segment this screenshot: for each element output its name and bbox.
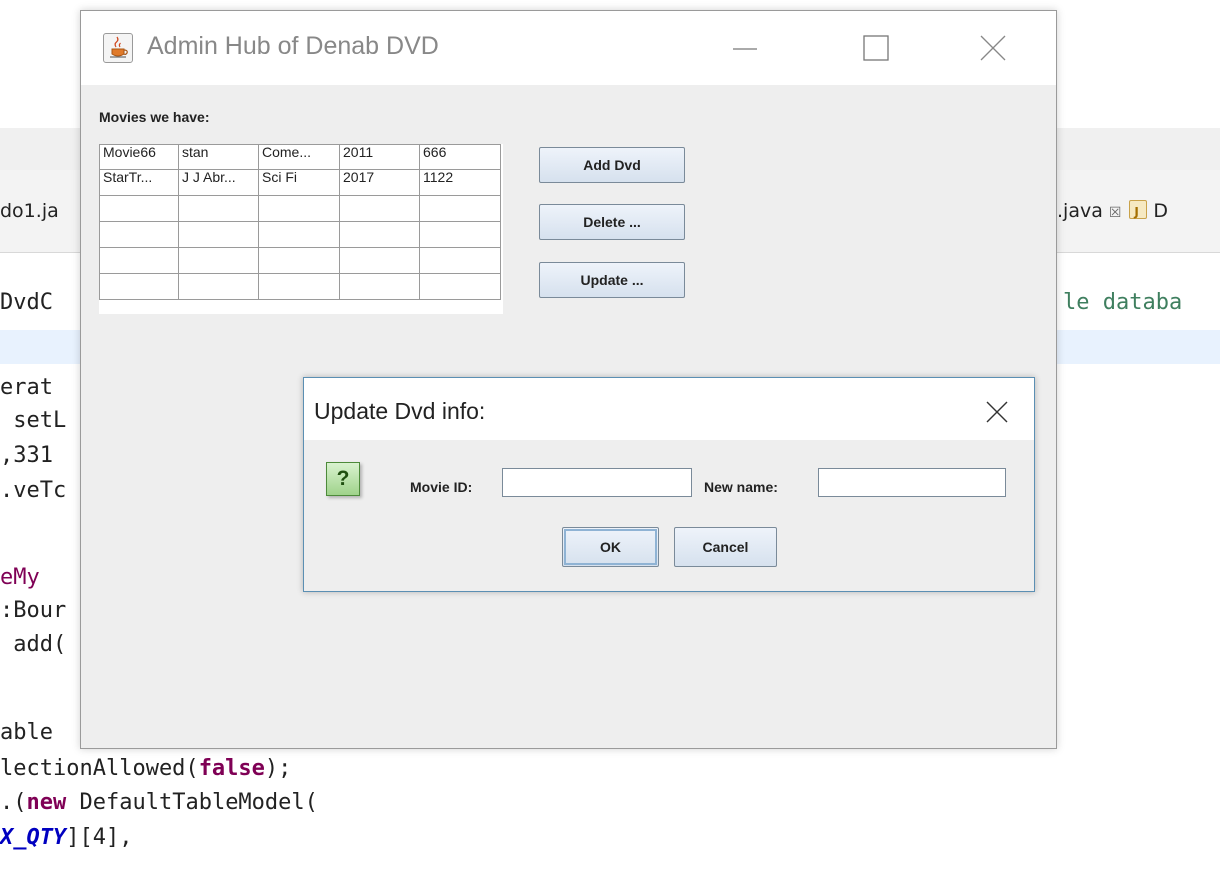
code-line-6: .veTc	[0, 478, 67, 503]
table-cell[interactable]	[420, 274, 501, 300]
table-cell[interactable]: Come...	[259, 144, 340, 170]
table-cell[interactable]: Sci Fi	[259, 170, 340, 196]
table-cell[interactable]	[340, 248, 420, 274]
close-icon[interactable]	[975, 31, 1011, 67]
ide-tab-right[interactable]: .java ☒ D	[1057, 170, 1169, 253]
table-cell[interactable]	[420, 196, 501, 222]
code-comment-right: le databa	[1063, 290, 1183, 315]
question-icon: ?	[326, 462, 360, 496]
ok-button[interactable]: OK	[562, 527, 659, 567]
ide-tab-left-label: do1.ja	[0, 200, 59, 222]
table-cell[interactable]	[99, 222, 179, 248]
movie-id-label: Movie ID:	[410, 479, 473, 495]
cancel-button[interactable]: Cancel	[674, 527, 777, 567]
code-line-9: :Bour	[0, 598, 67, 623]
add-dvd-button[interactable]: Add Dvd	[539, 147, 685, 183]
movie-id-input[interactable]	[502, 468, 692, 497]
minimize-icon[interactable]	[727, 31, 763, 67]
code-line-10: add(	[0, 632, 67, 657]
table-cell[interactable]	[179, 248, 259, 274]
update-dvd-dialog: Update Dvd info: ? Movie ID: New name: O…	[303, 377, 1035, 592]
table-cell[interactable]	[99, 196, 179, 222]
code-line-8: eMy	[0, 565, 40, 590]
table-cell[interactable]	[179, 196, 259, 222]
table-cell[interactable]: 2011	[340, 144, 420, 170]
table-cell[interactable]	[179, 274, 259, 300]
table-cell[interactable]	[99, 274, 179, 300]
code-line-14: .(new DefaultTableModel(	[0, 790, 318, 815]
table-cell[interactable]: stan	[179, 144, 259, 170]
table-cell[interactable]	[259, 274, 340, 300]
code-line-4: setL	[0, 408, 67, 433]
dialog-titlebar[interactable]: Update Dvd info:	[304, 378, 1034, 440]
java-file-icon	[1129, 171, 1148, 253]
code-line-15: X_QTY][4],	[0, 825, 133, 850]
dialog-close-icon[interactable]	[982, 397, 1012, 427]
movies-label: Movies we have:	[99, 109, 210, 125]
ide-tab-right-label: .java	[1057, 200, 1103, 222]
table-cell[interactable]	[340, 196, 420, 222]
java-coffee-icon	[103, 33, 133, 63]
dialog-title: Update Dvd info:	[314, 398, 486, 424]
desktop: do1.ja .java☒D DvdC le databa erat setL …	[0, 0, 1220, 875]
code-line-12: able	[0, 720, 53, 745]
ide-tab-next-label: D	[1153, 200, 1169, 222]
table-cell[interactable]: 2017	[340, 170, 420, 196]
code-line-1: DvdC	[0, 290, 53, 315]
code-line-5: ,331	[0, 443, 53, 468]
code-line-13: lectionAllowed(false);	[0, 756, 292, 781]
table-cell[interactable]	[420, 222, 501, 248]
table-cell[interactable]: Movie66	[99, 144, 179, 170]
tab-close-icon[interactable]: ☒	[1109, 205, 1122, 221]
delete-dvd-button[interactable]: Delete ...	[539, 204, 685, 240]
table-cell[interactable]	[340, 222, 420, 248]
update-dvd-button[interactable]: Update ...	[539, 262, 685, 298]
table-cell[interactable]	[259, 222, 340, 248]
table-cell[interactable]	[259, 196, 340, 222]
table-cell[interactable]: J J Abr...	[179, 170, 259, 196]
table-cell[interactable]	[179, 222, 259, 248]
new-name-input[interactable]	[818, 468, 1006, 497]
table-cell[interactable]	[259, 248, 340, 274]
window-title: Admin Hub of Denab DVD	[147, 32, 439, 60]
table-cell[interactable]	[99, 248, 179, 274]
ide-tab-left[interactable]: do1.ja	[0, 170, 59, 252]
maximize-icon[interactable]	[858, 31, 894, 67]
new-name-label: New name:	[704, 479, 778, 495]
table-cell[interactable]: StarTr...	[99, 170, 179, 196]
table-cell[interactable]	[340, 274, 420, 300]
table-cell[interactable]: 1122	[420, 170, 501, 196]
table-cell[interactable]	[420, 248, 501, 274]
window-titlebar[interactable]: Admin Hub of Denab DVD	[81, 11, 1056, 85]
code-line-3: erat	[0, 375, 53, 400]
table-cell[interactable]: 666	[420, 144, 501, 170]
